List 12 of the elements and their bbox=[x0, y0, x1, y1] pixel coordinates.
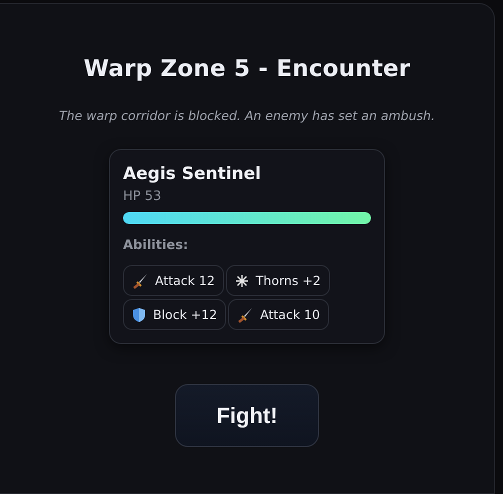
ability-label: Attack 12 bbox=[155, 273, 215, 288]
sparkle-icon bbox=[234, 274, 249, 288]
enemy-hp: HP 53 bbox=[123, 189, 162, 204]
fight-button[interactable]: Fight! bbox=[175, 384, 319, 447]
encounter-title: Warp Zone 5 - Encounter bbox=[84, 56, 410, 82]
shield-icon bbox=[132, 306, 146, 322]
ability-label: Block +12 bbox=[153, 307, 218, 322]
enemy-name: Aegis Sentinel bbox=[123, 164, 262, 184]
encounter-description: The warp corridor is blocked. An enemy has set an ambush. bbox=[59, 108, 435, 123]
ability-label: Attack 10 bbox=[260, 307, 320, 322]
ability-label: Thorns +2 bbox=[256, 273, 321, 288]
abilities-label: Abilities: bbox=[123, 238, 190, 253]
